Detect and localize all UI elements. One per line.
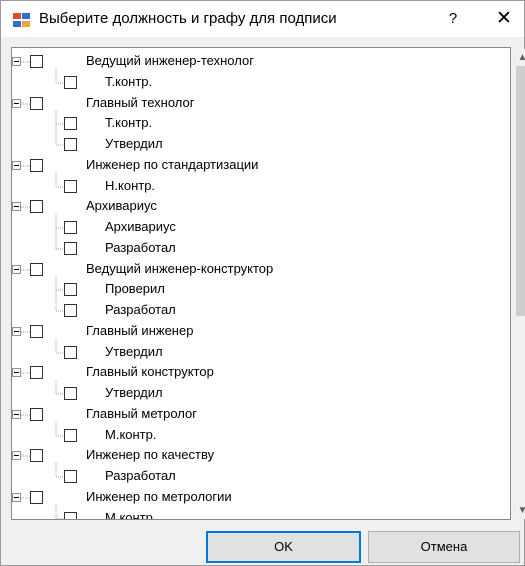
- tree-child-label[interactable]: М.контр.: [105, 510, 156, 519]
- node-checkbox[interactable]: [30, 159, 43, 172]
- tree-scrollbar[interactable]: ▲ ▼: [514, 49, 525, 519]
- node-checkbox[interactable]: [30, 263, 43, 276]
- tree-child-label[interactable]: М.контр.: [105, 427, 156, 443]
- tree-node-label[interactable]: Ведущий инженер-технолог: [86, 53, 254, 69]
- collapse-toggle-icon[interactable]: [12, 57, 21, 66]
- tree-node-label[interactable]: Главный конструктор: [86, 364, 214, 380]
- child-checkbox[interactable]: [64, 221, 77, 234]
- scroll-thumb[interactable]: [516, 66, 525, 316]
- node-checkbox[interactable]: [30, 325, 43, 338]
- node-checkbox[interactable]: [30, 97, 43, 110]
- window-title: Выберите должность и графу для подписи: [39, 10, 337, 27]
- child-checkbox[interactable]: [64, 283, 77, 296]
- collapse-toggle-icon[interactable]: [12, 493, 21, 502]
- node-checkbox[interactable]: [30, 55, 43, 68]
- ok-button[interactable]: OK: [206, 531, 361, 563]
- tree-child-label[interactable]: Архивариус: [105, 219, 176, 235]
- tree-node-label[interactable]: Инженер по качеству: [86, 447, 214, 463]
- scroll-down-arrow-icon[interactable]: ▼: [514, 502, 525, 519]
- child-checkbox[interactable]: [64, 242, 77, 255]
- tree-child-label[interactable]: Утвердил: [105, 136, 163, 152]
- tree-child-label[interactable]: Разработал: [105, 468, 176, 484]
- position-tree[interactable]: Ведущий инженер-технолог Т.контр. Главный …: [11, 47, 511, 520]
- collapse-toggle-icon[interactable]: [12, 410, 21, 419]
- collapse-toggle-icon[interactable]: [12, 451, 21, 460]
- child-checkbox[interactable]: [64, 512, 77, 519]
- tree-node-label[interactable]: Главный метролог: [86, 406, 197, 422]
- tree-child-label[interactable]: Т.контр.: [105, 74, 152, 90]
- collapse-toggle-icon[interactable]: [12, 265, 21, 274]
- tree-child-label[interactable]: Т.контр.: [105, 115, 152, 131]
- tree-node-label[interactable]: Главный технолог: [86, 95, 195, 111]
- node-checkbox[interactable]: [30, 200, 43, 213]
- node-checkbox[interactable]: [30, 366, 43, 379]
- node-checkbox[interactable]: [30, 491, 43, 504]
- tree-child-label[interactable]: Разработал: [105, 240, 176, 256]
- collapse-toggle-icon[interactable]: [12, 368, 21, 377]
- collapse-toggle-icon[interactable]: [12, 202, 21, 211]
- child-checkbox[interactable]: [64, 346, 77, 359]
- tree-node-label[interactable]: Инженер по стандартизации: [86, 157, 258, 173]
- child-checkbox[interactable]: [64, 304, 77, 317]
- child-checkbox[interactable]: [64, 117, 77, 130]
- child-checkbox[interactable]: [64, 387, 77, 400]
- tree-child-label[interactable]: Утвердил: [105, 385, 163, 401]
- tree-node-label[interactable]: Ведущий инженер-конструктор: [86, 261, 273, 277]
- dialog-window: Выберите должность и графу для подписи ?…: [0, 0, 525, 566]
- child-checkbox[interactable]: [64, 470, 77, 483]
- tree-node-label[interactable]: Архивариус: [86, 198, 157, 214]
- tree-node-label[interactable]: Главный инженер: [86, 323, 193, 339]
- help-button[interactable]: ?: [441, 5, 465, 33]
- app-icon: [13, 13, 30, 27]
- cancel-button[interactable]: Отмена: [368, 531, 520, 563]
- collapse-toggle-icon[interactable]: [12, 99, 21, 108]
- collapse-toggle-icon[interactable]: [12, 161, 21, 170]
- child-checkbox[interactable]: [64, 180, 77, 193]
- node-checkbox[interactable]: [30, 449, 43, 462]
- tree-child-label[interactable]: Разработал: [105, 302, 176, 318]
- scroll-up-arrow-icon[interactable]: ▲: [514, 49, 525, 66]
- title-bar: Выберите должность и графу для подписи ?…: [1, 1, 524, 37]
- close-button[interactable]: ✕: [487, 5, 521, 33]
- tree-node-label[interactable]: Инженер по метрологии: [86, 489, 232, 505]
- child-checkbox[interactable]: [64, 429, 77, 442]
- child-checkbox[interactable]: [64, 76, 77, 89]
- tree-child-label[interactable]: Проверил: [105, 281, 165, 297]
- tree-child-label[interactable]: Утвердил: [105, 344, 163, 360]
- node-checkbox[interactable]: [30, 408, 43, 421]
- tree-child-label[interactable]: Н.контр.: [105, 178, 155, 194]
- child-checkbox[interactable]: [64, 138, 77, 151]
- collapse-toggle-icon[interactable]: [12, 327, 21, 336]
